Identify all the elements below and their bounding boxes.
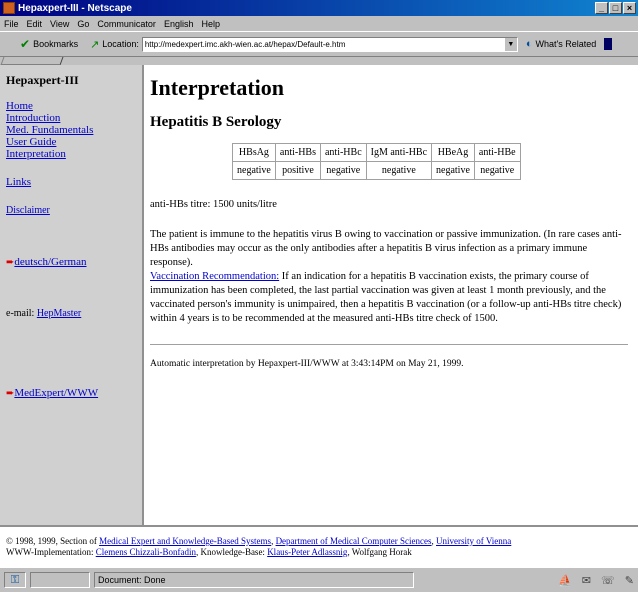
menu-communicator[interactable]: Communicator — [97, 19, 156, 29]
implementation-prefix: WWW-Implementation: — [6, 547, 94, 557]
site-brand: Hepaxpert-III — [6, 73, 79, 87]
location-label: Location: — [102, 39, 139, 49]
menu-edit[interactable]: Edit — [27, 19, 43, 29]
table-cell: negative — [365, 161, 433, 180]
url-field[interactable]: http://medexpert.imc.akh-wien.ac.at/hepa… — [141, 36, 518, 52]
menu-view[interactable]: View — [50, 19, 69, 29]
window-title: Hepaxpert-III - Netscape — [18, 2, 132, 14]
status-message: Document: Done — [94, 572, 414, 588]
minimize-button[interactable]: _ — [595, 2, 608, 14]
email-link[interactable]: HepMaster — [37, 308, 81, 319]
vaccination-recommendation-link[interactable]: Vaccination Recommendation: — [150, 271, 279, 282]
credits-line: WWW-Implementation: Clemens Chizzali-Bon… — [6, 547, 638, 558]
serology-table: HBsAg anti-HBs anti-HBc IgM anti-HBc HBe… — [232, 143, 521, 180]
menu-go[interactable]: Go — [77, 19, 89, 29]
related-icon: ◐ — [525, 38, 533, 50]
copyright-prefix: © 1998, 1999, Section of — [6, 536, 97, 546]
language-link[interactable]: deutsch/German — [14, 256, 86, 268]
table-row: negative positive negative negative nega… — [232, 161, 521, 180]
table-header-cell: anti-HBc — [319, 143, 367, 162]
automatic-interpretation-note: Automatic interpretation by Hepaxpert-II… — [150, 359, 464, 369]
interpretation-sentence: The patient is immune to the hepatitis v… — [150, 229, 622, 268]
nav-user-guide-link[interactable]: User Guide — [6, 136, 142, 148]
author-text: , Wolfgang Horak — [347, 547, 412, 557]
nav-med-fundamentals-link[interactable]: Med. Fundamentals — [6, 124, 142, 136]
netscape-icon — [3, 2, 15, 14]
discussion-icon[interactable]: ☏ — [601, 574, 615, 587]
footer-separator: , — [431, 536, 434, 546]
table-header-cell: HBeAg — [431, 143, 475, 162]
table-header-row: HBsAg anti-HBs anti-HBc IgM anti-HBc HBe… — [232, 143, 521, 162]
bookmarks-label: Bookmarks — [33, 39, 79, 49]
table-cell: negative — [431, 161, 475, 180]
nav-interpretation-link[interactable]: Interpretation — [6, 148, 142, 160]
composer-icon[interactable]: ✎ — [625, 574, 634, 587]
whats-related-button[interactable]: ◐ What's Related — [526, 38, 596, 50]
titre-text: anti-HBs titre: 1500 units/litre — [150, 199, 277, 210]
medexpert-line: ➨MedExpert/WWW — [6, 387, 142, 399]
table-cell: negative — [473, 161, 521, 180]
progress-bar — [30, 572, 90, 588]
kb-prefix: , Knowledge-Base: — [195, 547, 265, 557]
language-switch: ➨deutsch/German — [6, 256, 142, 268]
page-proxy-icon[interactable]: ↗ — [90, 38, 99, 51]
location-area: ↗ Location: — [90, 38, 139, 51]
divider — [150, 344, 628, 345]
footer-separator: , — [271, 536, 274, 546]
table-cell: negative — [232, 161, 276, 180]
section-title: Hepatitis B Serology — [150, 114, 282, 130]
menu-english[interactable]: English — [164, 19, 194, 29]
status-bar: ⚿ Document: Done ⛵ ✉ ☏ ✎ — [0, 567, 638, 592]
menu-file[interactable]: File — [4, 19, 19, 29]
nav-links-link[interactable]: Links — [6, 176, 31, 188]
menubar: File Edit View Go Communicator English H… — [0, 16, 638, 31]
navigator-icon[interactable]: ⛵ — [558, 574, 572, 587]
location-toolbar: ✔ Bookmarks ↗ Location: http://medexpert… — [0, 31, 638, 57]
medexpert-link[interactable]: MedExpert/WWW — [14, 387, 98, 399]
knowledge-base-link[interactable]: Klaus-Peter Adlassnig — [267, 547, 347, 557]
nav-home-link[interactable]: Home — [6, 100, 142, 112]
table-header-cell: anti-HBe — [473, 143, 521, 162]
bookmarks-icon: ✔ — [20, 37, 31, 51]
table-header-cell: HBsAg — [232, 143, 276, 162]
section-link[interactable]: Medical Expert and Knowledge-Based Syste… — [99, 536, 271, 546]
table-cell: negative — [319, 161, 367, 180]
email-line: e-mail: HepMaster — [6, 308, 142, 319]
email-prefix: e-mail: — [6, 308, 35, 319]
table-header-cell: anti-HBs — [274, 143, 321, 162]
whats-related-label: What's Related — [535, 39, 597, 49]
copyright-line: © 1998, 1999, Section of Medical Expert … — [6, 536, 638, 547]
page-viewport: Hepaxpert-III Home Introduction Med. Fun… — [0, 65, 638, 567]
page-title: Interpretation — [150, 75, 285, 100]
disclaimer-link[interactable]: Disclaimer — [6, 205, 50, 216]
maximize-button[interactable]: □ — [609, 2, 622, 14]
nav-introduction-link[interactable]: Introduction — [6, 112, 142, 124]
netscape-throbber-icon — [604, 38, 613, 50]
collapse-tab[interactable] — [0, 57, 64, 65]
toolbar-tab-strip — [0, 57, 638, 65]
footer-frame: © 1998, 1999, Section of Medical Expert … — [0, 525, 638, 567]
table-header-cell: IgM anti-HBc — [365, 143, 433, 162]
department-link[interactable]: Department of Medical Computer Sciences — [276, 536, 432, 546]
sidebar-frame: Hepaxpert-III Home Introduction Med. Fun… — [0, 65, 144, 525]
mail-icon[interactable]: ✉ — [582, 574, 591, 587]
university-link[interactable]: University of Vienna — [436, 536, 511, 546]
interpretation-text: The patient is immune to the hepatitis v… — [150, 228, 628, 326]
implementation-link[interactable]: Clemens Chizzali-Bonfadin — [96, 547, 196, 557]
bookmarks-button[interactable]: ✔ Bookmarks — [20, 37, 78, 51]
url-text: http://medexpert.imc.akh-wien.ac.at/hepa… — [144, 39, 346, 49]
sidebar-nav: Home Introduction Med. Fundamentals User… — [6, 100, 142, 160]
table-cell: positive — [274, 161, 321, 180]
close-button[interactable]: × — [623, 2, 636, 14]
chevron-down-icon[interactable]: ▼ — [504, 37, 517, 51]
content-frame: Interpretation Hepatitis B Serology HBsA… — [148, 65, 634, 525]
menu-help[interactable]: Help — [201, 19, 220, 29]
window-titlebar: Hepaxpert-III - Netscape _ □ × — [0, 0, 638, 16]
security-icon[interactable]: ⚿ — [4, 572, 26, 588]
component-bar: ⛵ ✉ ☏ ✎ — [558, 574, 634, 587]
